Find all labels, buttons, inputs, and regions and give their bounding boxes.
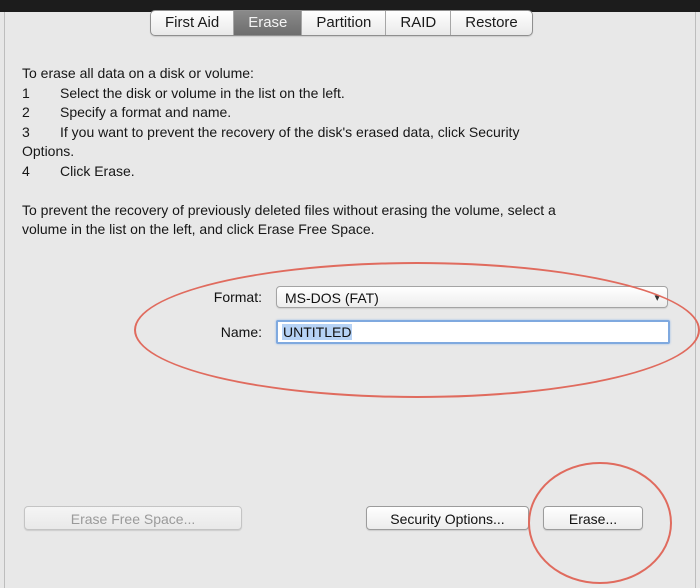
instructions-intro: To erase all data on a disk or volume:	[22, 65, 254, 81]
tab-raid[interactable]: RAID	[386, 11, 452, 35]
step-text: Specify a format and name.	[60, 104, 232, 121]
erase-free-space-button[interactable]: Erase Free Space...	[24, 506, 242, 530]
step-text: Click Erase.	[60, 162, 135, 179]
step-3: 3 If you want to prevent the recovery of…	[22, 123, 672, 143]
step-text: Select the disk or volume in the list on…	[60, 84, 345, 101]
chevron-updown-icon: ▾	[654, 292, 660, 304]
name-field[interactable]: UNTITLED	[276, 320, 670, 344]
tab-first-aid[interactable]: First Aid	[151, 11, 235, 35]
security-options-button[interactable]: Security Options...	[366, 506, 529, 530]
step-number: 1	[22, 84, 30, 101]
tab-partition[interactable]: Partition	[302, 11, 387, 35]
free-space-line-2: volume in the list on the left, and clic…	[22, 221, 375, 238]
name-field-value: UNTITLED	[282, 324, 353, 340]
name-label: Name:	[220, 324, 262, 340]
name-row: Name: UNTITLED	[200, 320, 670, 344]
step-text: If you want to prevent the recovery of t…	[60, 123, 520, 140]
free-space-line-1: To prevent the recovery of previously de…	[22, 201, 556, 218]
step-number: 3	[22, 123, 30, 140]
tab-bar: First Aid Erase Partition RAID Restore	[150, 10, 533, 36]
step-number: 4	[22, 162, 30, 179]
tab-restore[interactable]: Restore	[451, 11, 532, 35]
erase-button[interactable]: Erase...	[543, 506, 643, 530]
format-row: Format: MS-DOS (FAT) ▾	[200, 286, 668, 308]
step-3-continued: Options.	[22, 143, 75, 160]
tab-erase[interactable]: Erase	[234, 11, 303, 35]
erase-instructions: To erase all data on a disk or volume: 1…	[22, 64, 672, 240]
step-4: 4 Click Erase.	[22, 162, 672, 182]
format-select-value: MS-DOS (FAT)	[285, 290, 379, 306]
free-space-instructions: To prevent the recovery of previously de…	[22, 201, 672, 240]
disk-utility-erase-window: First Aid Erase Partition RAID Restore T…	[0, 0, 700, 588]
step-number: 2	[22, 104, 30, 121]
step-2: 2 Specify a format and name.	[22, 103, 672, 123]
format-label: Format:	[213, 289, 262, 305]
step-1: 1 Select the disk or volume in the list …	[22, 84, 672, 104]
format-select[interactable]: MS-DOS (FAT) ▾	[276, 286, 668, 308]
